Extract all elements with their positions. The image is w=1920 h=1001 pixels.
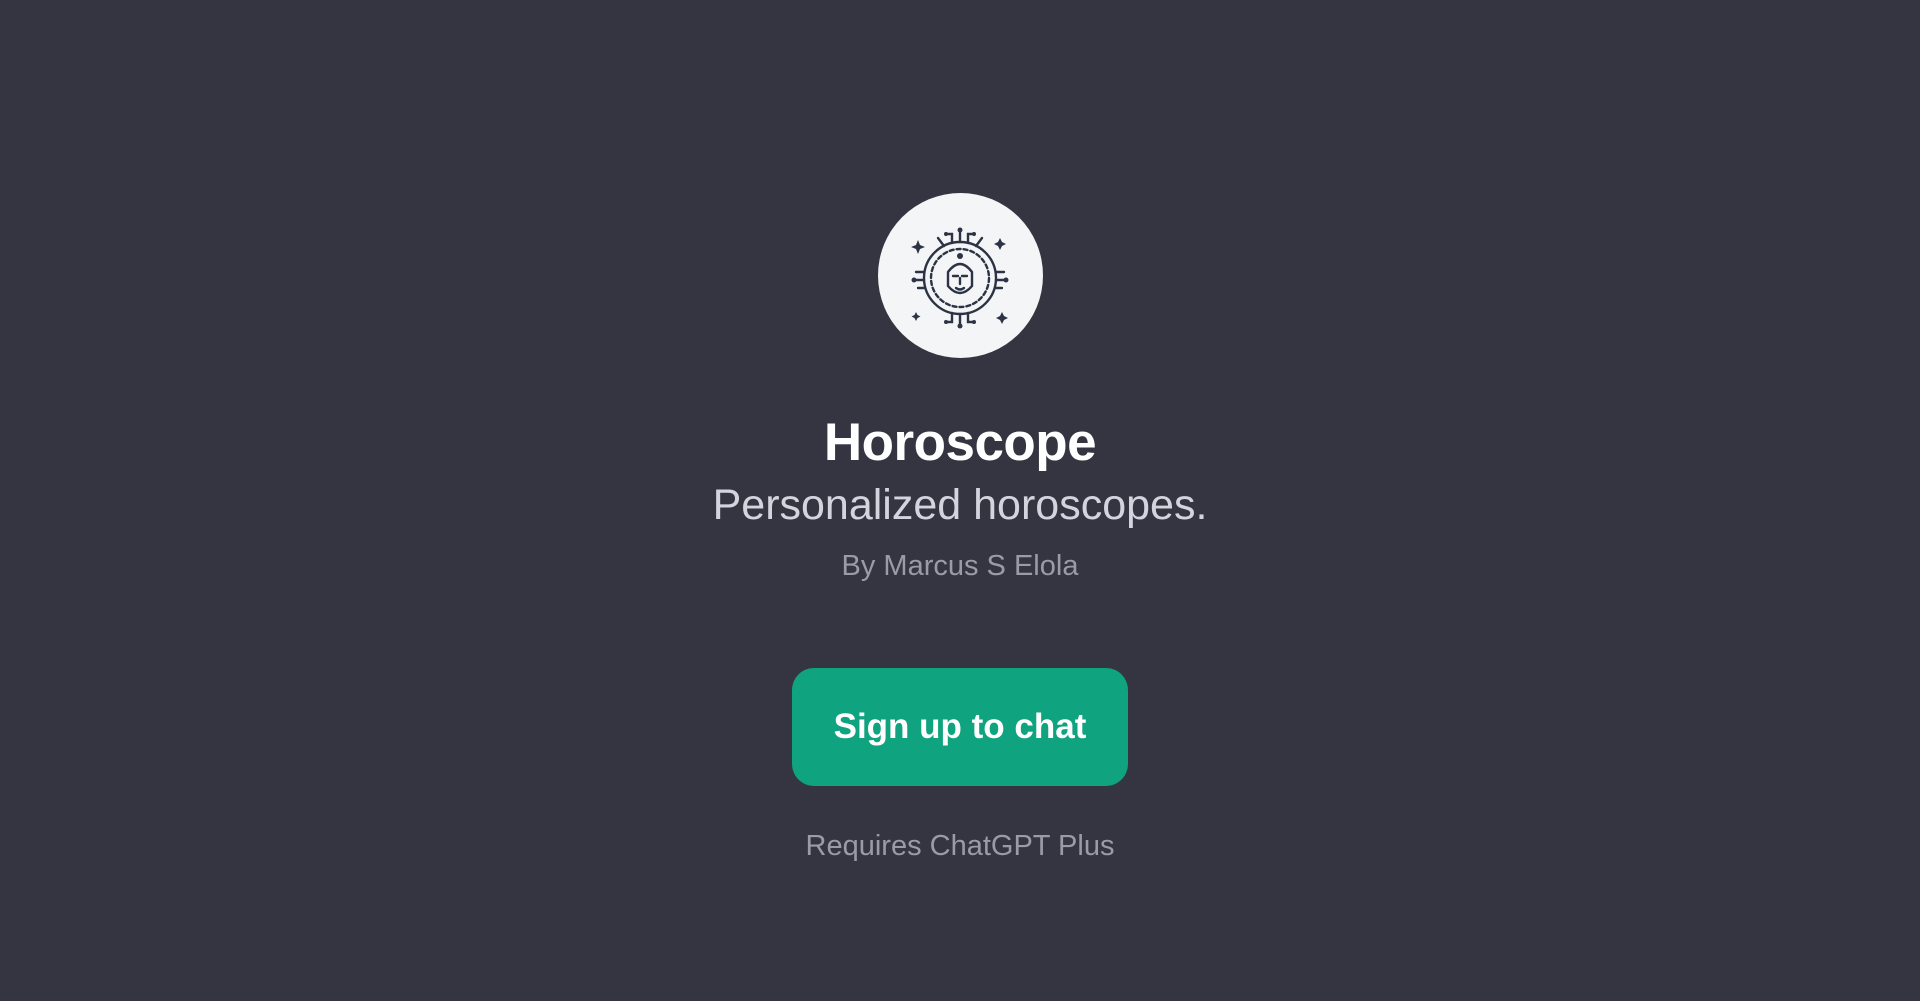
gpt-avatar <box>877 193 1043 358</box>
sign-up-to-chat-button[interactable]: Sign up to chat <box>792 668 1128 786</box>
requirement-note: Requires ChatGPT Plus <box>805 830 1115 862</box>
gpt-title: Horoscope <box>823 413 1097 472</box>
gpt-info-column: Horoscope Personalized horoscopes. By Ma… <box>0 0 1920 864</box>
gpt-author: By Marcus S Elola <box>841 550 1079 582</box>
gpt-description: Personalized horoscopes. <box>712 481 1208 529</box>
horoscope-emblem-icon <box>911 227 1009 328</box>
gpt-landing-page: Horoscope Personalized horoscopes. By Ma… <box>0 0 1920 1001</box>
